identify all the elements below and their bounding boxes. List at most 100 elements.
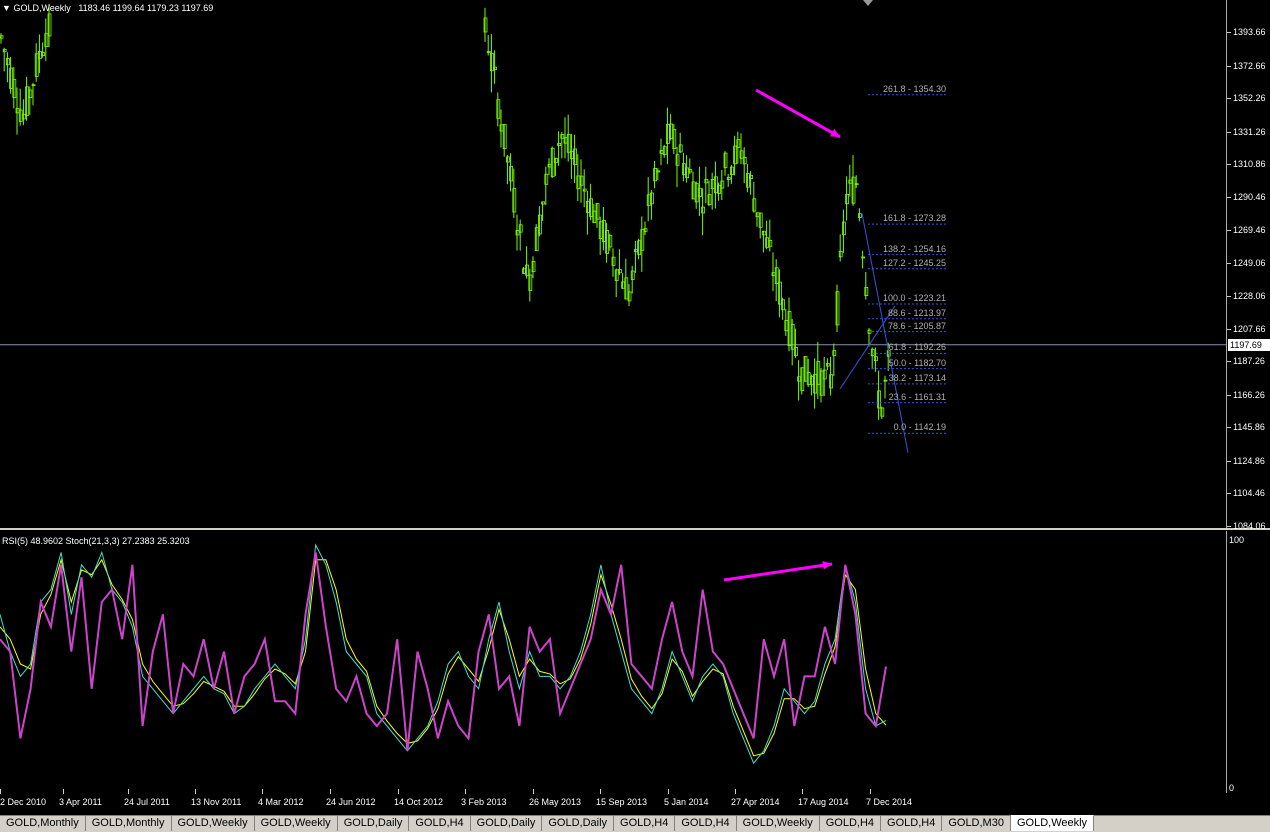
price-tick	[1227, 526, 1231, 527]
price-axis-line	[1226, 0, 1227, 528]
price-tick-label: 1084.06	[1233, 521, 1266, 531]
chart-tab[interactable]: GOLD,Daily	[471, 816, 543, 831]
indicator-min-label: 0	[1229, 783, 1235, 793]
price-tick-label: 1393.66	[1233, 27, 1266, 37]
chart-tab[interactable]: GOLD,Weekly	[737, 816, 820, 831]
date-tick-label: 14 Oct 2012	[394, 797, 444, 807]
symbol-label: GOLD,Weekly	[13, 3, 71, 13]
indicator-line-stoch-signal	[0, 557, 887, 757]
price-tick-label: 1104.46	[1233, 488, 1265, 499]
fib-level-label: 161.8 - 1273.28	[882, 213, 946, 224]
price-tick	[1227, 98, 1231, 100]
price-tick	[1227, 460, 1231, 462]
price-tick	[1227, 196, 1231, 198]
price-tick-label: 1331.26	[1233, 126, 1266, 137]
fib-level-label: 23.6 - 1161.31	[888, 391, 946, 402]
indicator-max-label: 100	[1229, 535, 1245, 545]
date-tick	[668, 789, 669, 794]
price-tick-label: 1290.46	[1233, 191, 1266, 202]
chart-tab[interactable]: GOLD,H4	[820, 816, 882, 831]
price-tick	[1227, 131, 1231, 133]
date-tick	[330, 789, 331, 794]
price-tick-label: 1249.06	[1233, 257, 1266, 268]
price-tick	[1227, 328, 1231, 330]
date-tick	[802, 789, 803, 794]
fib-level-label: 78.6 - 1205.87	[887, 320, 946, 331]
price-tick	[1227, 394, 1231, 396]
date-tick	[465, 789, 466, 794]
date-tick-label: 5 Jan 2014	[664, 797, 709, 807]
price-tick-label: 1166.26	[1233, 389, 1265, 400]
ohlc-values: 1183.46 1199.64 1179.23 1197.69	[78, 3, 214, 13]
date-tick-label: 24 Jul 2011	[124, 797, 170, 807]
chart-tab[interactable]: GOLD,Weekly	[1010, 815, 1095, 831]
price-tick	[1227, 32, 1231, 33]
date-tick-label: 13 Nov 2011	[191, 797, 242, 807]
shift-marker-icon	[863, 0, 873, 6]
price-tick	[1227, 65, 1231, 67]
chart-tab[interactable]: GOLD,H4	[881, 816, 943, 831]
price-tick-label: 1145.86	[1233, 422, 1265, 433]
chart-window[interactable]: ▼ GOLD,Weekly 1183.46 1199.64 1179.23 11…	[0, 0, 1270, 832]
price-chart[interactable]	[0, 0, 1270, 831]
date-tick	[735, 789, 736, 794]
chart-tab[interactable]: GOLD,Monthly	[0, 816, 86, 831]
date-tick	[533, 789, 534, 794]
fib-level-label: 50.0 - 1182.70	[888, 357, 946, 368]
chart-tab[interactable]: GOLD,H4	[409, 816, 471, 831]
chart-tab[interactable]: GOLD,Monthly	[86, 816, 172, 831]
price-tick	[1227, 164, 1231, 166]
price-tick-label: 1352.26	[1233, 93, 1266, 104]
fib-level-label: 88.6 - 1213.97	[887, 307, 946, 318]
price-tick	[1227, 427, 1231, 429]
date-tick-label: 15 Sep 2013	[596, 797, 648, 807]
date-tick-label: 24 Jun 2012	[326, 797, 376, 807]
price-tick-label: 1124.86	[1233, 455, 1265, 466]
date-tick	[195, 789, 196, 794]
current-price-label: 1197.69	[1228, 339, 1270, 351]
fib-level-label: 138.2 - 1254.16	[882, 243, 946, 254]
price-tick	[1227, 230, 1231, 232]
chart-tab[interactable]: GOLD,Daily	[542, 816, 615, 831]
date-tick-label: 27 Apr 2014	[731, 797, 780, 807]
price-tick-label: 1310.86	[1233, 159, 1266, 170]
price-tick-label: 1372.66	[1233, 60, 1266, 71]
date-tick	[600, 789, 601, 794]
divergence-arrow-indicator	[723, 562, 833, 582]
chart-tab-bar: GOLD,Monthly GOLD,Monthly GOLD,Weekly GOLD,…	[0, 815, 1270, 832]
chart-tab[interactable]: GOLD,H4	[675, 816, 737, 831]
date-tick	[0, 789, 1, 794]
price-tick-label: 1228.06	[1233, 291, 1266, 302]
divergence-arrow-price	[755, 88, 841, 139]
indicator-header: RSI(5) 48.9602 Stoch(21,3,3) 27.2383 25.…	[2, 536, 190, 546]
pane-separator[interactable]	[0, 528, 1270, 530]
chart-tab[interactable]: GOLD,Daily	[338, 816, 410, 831]
chart-tab[interactable]: GOLD,Weekly	[255, 816, 338, 831]
date-tick-label: 3 Apr 2011	[59, 797, 102, 807]
date-tick	[398, 789, 399, 794]
price-tick-label: 1187.26	[1233, 356, 1265, 367]
price-tick-label: 1269.46	[1233, 225, 1266, 236]
fib-level-label: 0.0 - 1142.19	[893, 422, 946, 433]
chart-tab[interactable]: GOLD,Weekly	[172, 816, 255, 831]
chart-tab[interactable]: GOLD,H4	[614, 816, 676, 831]
price-tick-label: 1207.66	[1233, 323, 1266, 334]
date-tick-label: 7 Dec 2014	[866, 797, 913, 807]
date-tick	[63, 789, 64, 794]
date-tick-label: 26 May 2013	[529, 797, 582, 807]
price-tick	[1227, 262, 1231, 264]
price-tick	[1227, 361, 1231, 363]
date-tick	[262, 789, 263, 794]
date-tick	[870, 789, 871, 794]
collapse-arrow-icon[interactable]: ▼	[2, 3, 11, 13]
indicator-axis-line	[1226, 531, 1227, 793]
date-tick-label: 3 Feb 2013	[461, 797, 507, 807]
fib-level-label: 38.2 - 1173.14	[888, 372, 946, 383]
date-tick	[128, 789, 129, 794]
chart-tab[interactable]: GOLD,M30	[942, 816, 1011, 831]
fib-level-label: 127.2 - 1245.25	[882, 257, 946, 268]
fib-level-label: 61.8 - 1192.26	[888, 342, 946, 353]
date-tick-label: 17 Aug 2014	[798, 797, 849, 807]
chart-header: ▼ GOLD,Weekly 1183.46 1199.64 1179.23 11…	[2, 3, 213, 13]
fib-level-label: 261.8 - 1354.30	[882, 83, 946, 94]
